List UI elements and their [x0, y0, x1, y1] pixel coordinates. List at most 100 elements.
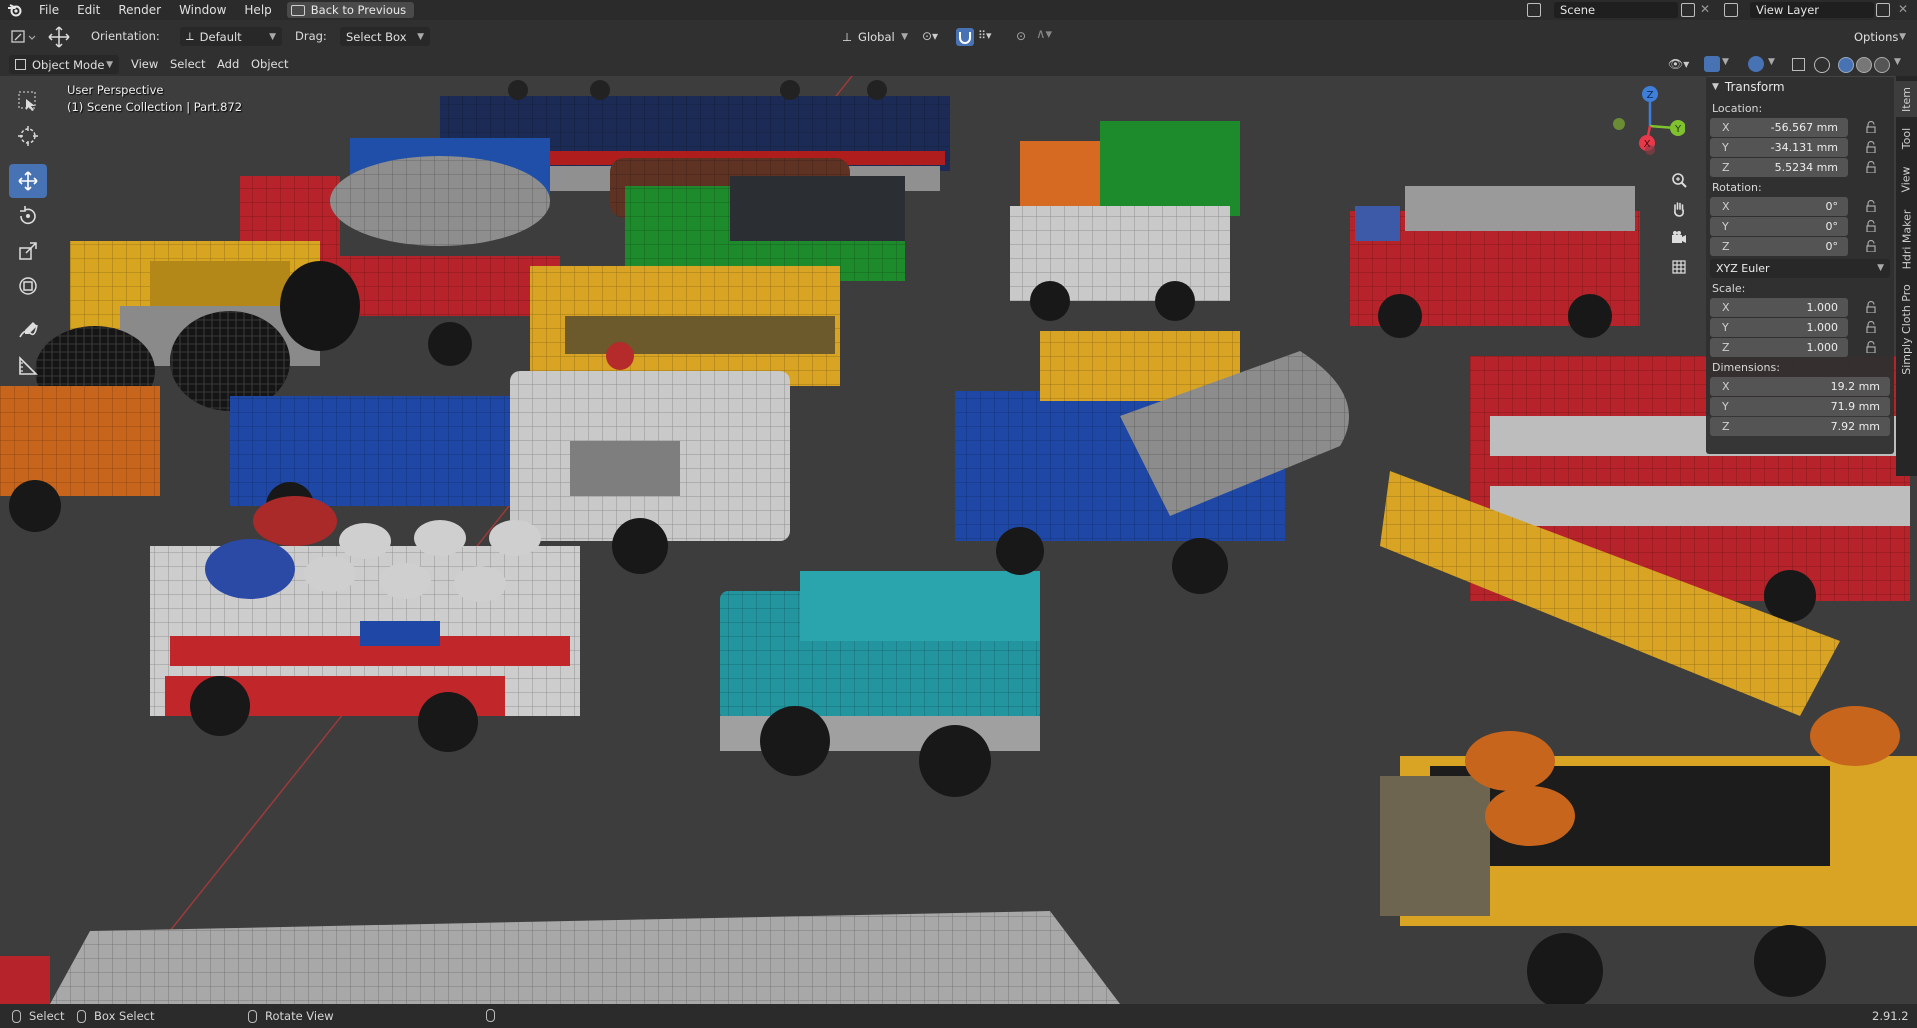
measure-tool[interactable] — [9, 349, 47, 383]
transform-tool[interactable] — [9, 269, 47, 303]
camera-view-icon[interactable] — [1668, 227, 1690, 249]
scene-name-field[interactable]: Scene — [1554, 2, 1678, 18]
orientation-value: Default — [199, 29, 242, 44]
3d-viewport[interactable]: User Perspective (1) Scene Collection | … — [0, 76, 1917, 1004]
delete-view-layer-icon[interactable]: ✕ — [1898, 2, 1908, 16]
transform-panel-header[interactable]: ▼ Transform — [1706, 76, 1894, 98]
rotation-mode-dropdown[interactable]: XYZ Euler ▼ — [1710, 258, 1890, 278]
location-y-field[interactable]: Y -34.131 mm — [1710, 137, 1848, 157]
scale-y-row: Y 1.000 — [1706, 317, 1894, 337]
delete-scene-icon[interactable]: ✕ — [1700, 2, 1710, 16]
options-dropdown[interactable]: Options ▼ — [1848, 27, 1912, 46]
scale-tool[interactable] — [9, 234, 47, 268]
rotation-z-field[interactable]: Z 0° — [1710, 236, 1848, 256]
scale-x-field[interactable]: X 1.000 — [1710, 297, 1848, 317]
chevron-down-icon[interactable]: ▼ — [1894, 57, 1901, 67]
tab-view[interactable]: View — [1896, 159, 1917, 199]
orientation-dropdown[interactable]: ⟂ Default ▼ — [180, 27, 282, 46]
scale-z-field[interactable]: Z 1.000 — [1710, 337, 1848, 357]
zoom-view-icon[interactable] — [1668, 169, 1690, 191]
snap-toggle-icon[interactable] — [956, 28, 974, 46]
options-label: Options — [1854, 29, 1899, 44]
falloff-curve-icon[interactable]: ∧▾ — [1036, 27, 1062, 45]
blender-logo-icon[interactable] — [0, 0, 30, 20]
scale-x-row: X 1.000 — [1706, 297, 1894, 317]
dimensions-y-field[interactable]: Y 71.9 mm — [1710, 396, 1890, 416]
scene-name: Scene — [1560, 3, 1596, 17]
menu-file[interactable]: File — [30, 0, 68, 20]
lock-icon[interactable] — [1866, 321, 1876, 333]
select-menu[interactable]: Select — [170, 57, 205, 71]
xray-toggle-icon[interactable] — [1792, 58, 1805, 71]
pan-view-hand-icon[interactable] — [1668, 198, 1690, 220]
foreground-vehicle — [0, 911, 1120, 1004]
rotation-x-field[interactable]: X 0° — [1710, 196, 1848, 216]
viewport-header: Object Mode ▼ View Select Add Object 👁▾ … — [0, 53, 1917, 76]
scene-selector-icon[interactable] — [1527, 3, 1541, 17]
select-box-tool[interactable] — [9, 84, 47, 118]
drag-dropdown[interactable]: Select Box ▼ — [340, 27, 430, 46]
lock-icon[interactable] — [1866, 200, 1876, 212]
dimensions-x-row: X 19.2 mm — [1706, 376, 1894, 396]
dimensions-y-row: Y 71.9 mm — [1706, 396, 1894, 416]
new-view-layer-icon[interactable] — [1876, 3, 1890, 17]
dimensions-z-row: Z 7.92 mm — [1706, 416, 1894, 436]
view-layer-field[interactable]: View Layer — [1750, 2, 1874, 18]
annotate-tool[interactable] — [9, 314, 47, 348]
new-scene-icon[interactable] — [1681, 3, 1695, 17]
lock-icon[interactable] — [1866, 220, 1876, 232]
material-shading-icon[interactable] — [1856, 57, 1872, 73]
chevron-down-icon[interactable]: ▼ — [1768, 57, 1775, 67]
proportional-edit-icon[interactable]: ⊙ — [1016, 29, 1032, 45]
lock-icon[interactable] — [1866, 121, 1876, 133]
back-to-previous-button[interactable]: Back to Previous — [286, 2, 415, 18]
transform-orientation-value: Global — [858, 29, 895, 44]
lock-icon[interactable] — [1866, 240, 1876, 252]
dimensions-x-field[interactable]: X 19.2 mm — [1710, 376, 1890, 396]
navigation-gizmo[interactable]: Z Y X — [1605, 86, 1686, 166]
lock-icon[interactable] — [1866, 341, 1876, 353]
rotate-tool[interactable] — [9, 199, 47, 233]
chevron-down-icon[interactable]: ▼ — [1722, 57, 1729, 67]
transform-orientation-dropdown[interactable]: ⊥ Global ▼ — [836, 27, 914, 46]
rendered-shading-icon[interactable] — [1874, 57, 1890, 73]
move-tool[interactable] — [9, 164, 47, 198]
add-menu[interactable]: Add — [217, 57, 239, 71]
rotation-y-field[interactable]: Y 0° — [1710, 216, 1848, 236]
menu-window[interactable]: Window — [170, 0, 235, 20]
cursor-tool[interactable] — [9, 119, 47, 153]
viewport-collection-label: (1) Scene Collection | Part.872 — [67, 100, 243, 114]
lock-icon[interactable] — [1866, 161, 1876, 173]
solid-shading-icon[interactable] — [1838, 57, 1854, 73]
view-layer-selector-icon[interactable] — [1724, 3, 1738, 17]
tab-simply-cloth-pro[interactable]: Simply Cloth Pro — [1896, 279, 1917, 379]
gizmo-z-label: Z — [1647, 90, 1654, 101]
location-x-field[interactable]: X -56.567 mm — [1710, 117, 1848, 137]
toggle-perspective-grid-icon[interactable] — [1668, 256, 1690, 278]
location-y-row: Y -34.131 mm — [1706, 137, 1894, 157]
move-tool-settings-icon[interactable] — [48, 26, 70, 48]
menu-edit[interactable]: Edit — [68, 0, 109, 20]
lock-icon[interactable] — [1866, 301, 1876, 313]
tab-hdri-maker[interactable]: Hdri Maker — [1896, 203, 1917, 275]
selectability-visibility-icon[interactable]: 👁▾ — [1668, 57, 1689, 71]
dimensions-z-field[interactable]: Z 7.92 mm — [1710, 416, 1890, 436]
tab-item[interactable]: Item — [1896, 81, 1917, 117]
object-mode-dropdown[interactable]: Object Mode ▼ — [9, 55, 119, 74]
editor-type-icon[interactable] — [10, 28, 38, 46]
view-menu[interactable]: View — [131, 57, 158, 71]
scale-y-field[interactable]: Y 1.000 — [1710, 317, 1848, 337]
wireframe-shading-icon[interactable] — [1814, 57, 1830, 73]
snap-target-icon[interactable]: ⠿▾ — [978, 29, 1008, 45]
tab-tool[interactable]: Tool — [1896, 120, 1917, 156]
menu-help[interactable]: Help — [235, 0, 280, 20]
sidebar-transform-panel: ▼ Transform Location: X -56.567 mm Y -34.1… — [1706, 76, 1894, 454]
object-mode-label: Object Mode — [32, 57, 105, 72]
location-z-field[interactable]: Z 5.5234 mm — [1710, 157, 1848, 177]
lock-icon[interactable] — [1866, 141, 1876, 153]
gizmo-toggle-icon[interactable] — [1704, 56, 1720, 72]
object-menu[interactable]: Object — [251, 57, 288, 71]
pivot-point-icon[interactable]: ⊙▾ — [922, 29, 952, 45]
overlays-toggle-icon[interactable] — [1748, 56, 1764, 72]
menu-render[interactable]: Render — [109, 0, 170, 20]
